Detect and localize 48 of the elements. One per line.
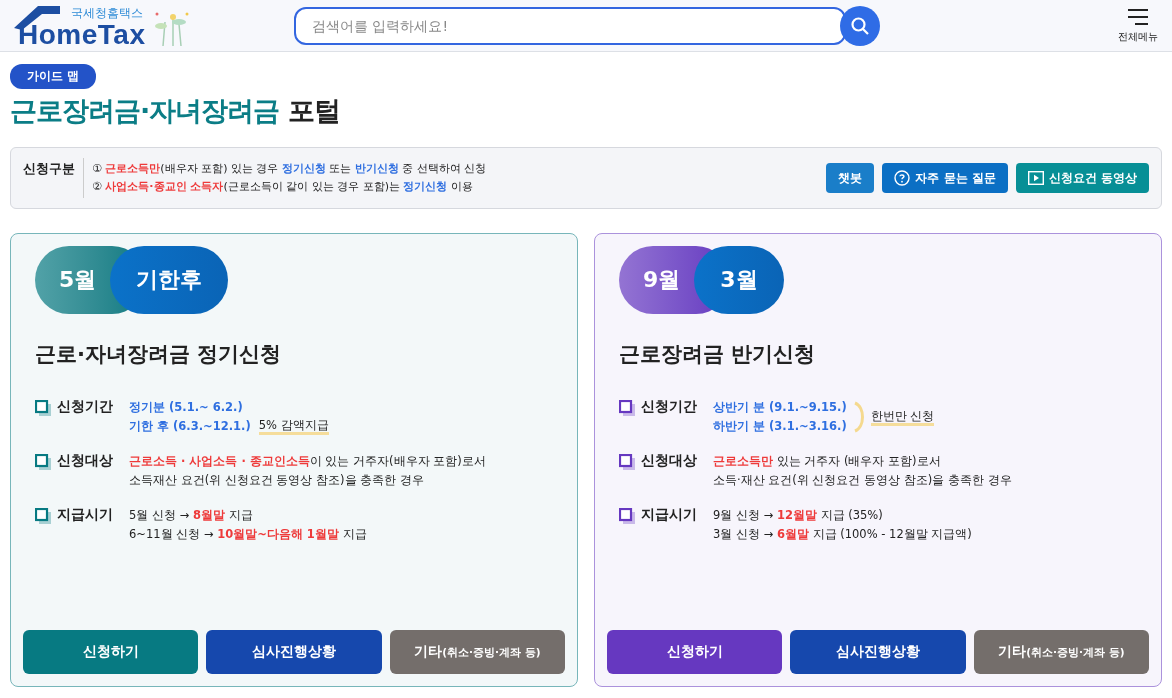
logo-subtitle: 국세청홈택스	[71, 5, 144, 20]
search-icon	[850, 15, 870, 36]
detail-line: 하반기 분 (3.1.~3.16.)	[713, 418, 847, 435]
detail-line: 9월 신청 → 12월말 지급 (35%)	[713, 507, 883, 524]
bracket-icon	[852, 401, 865, 433]
faq-button[interactable]: 자주 묻는 질문	[882, 163, 1008, 193]
info-line: ① 근로소득만(배우자 포함) 있는 경우 정기신청 또는 반기신청 중 선택하여 신청	[92, 161, 487, 177]
row-label: 지급시기	[641, 506, 698, 524]
highlight-note: 5% 감액지급	[258, 418, 329, 435]
guide-badge: 가이드 맵	[10, 64, 97, 89]
month-pill: 3월	[694, 246, 784, 314]
page-title-accent: 근로장려금·자녀장려금	[10, 95, 280, 126]
row-label: 신청기간	[641, 398, 698, 416]
row-label: 지급시기	[57, 506, 114, 524]
card-title: 근로·자녀장려금 정기신청	[35, 341, 283, 368]
detail-line: 3월 신청 → 6월말 지급 (100% - 12월말 지급액)	[713, 526, 972, 543]
highlight-note: 한번만 신청	[870, 408, 935, 426]
row-label: 신청대상	[641, 452, 698, 470]
info-line: ② 사업소득·종교인 소득자(근로소득이 같이 있는 경우 포함)는 정기신청 이용	[92, 179, 474, 195]
status-button[interactable]: 심사진행상황	[790, 630, 966, 674]
menu-icon	[1127, 7, 1149, 26]
page-title: 포털	[287, 95, 340, 126]
detail-line: 소득재산 요건(위 신청요건 동영상 참조)을 충족한 경우	[129, 472, 424, 489]
detail-line: 상반기 분 (9.1.~9.15.)	[713, 399, 847, 416]
detail-line: 근로소득 · 사업소득 · 종교인소득이 있는 거주자(배우자 포함)로서	[129, 453, 486, 470]
other-button[interactable]: 기타(취소·증빙·계좌 등)	[973, 630, 1149, 674]
card-title: 근로장려금 반기신청	[619, 341, 817, 368]
logo-wordmark: HomeTax	[18, 19, 146, 50]
detail-line: 소득·재산 요건(위 신청요건 동영상 참조)을 충족한 경우	[713, 472, 1012, 489]
search-field[interactable]: 검색어를 입력하세요!	[294, 6, 846, 45]
apply-button[interactable]: 신청하기	[23, 630, 199, 674]
apply-button[interactable]: 신청하기	[607, 630, 783, 674]
other-button[interactable]: 기타(취소·증빙·계좌 등)	[389, 630, 565, 674]
play-icon	[1027, 171, 1044, 185]
status-button[interactable]: 심사진행상황	[206, 630, 382, 674]
month-pill: 기한후	[110, 246, 229, 314]
row-label: 신청대상	[57, 452, 114, 470]
detail-line: 근로소득만 있는 거주자 (배우자 포함)로서	[713, 453, 941, 470]
info-label: 신청구분	[23, 158, 84, 198]
question-icon	[894, 170, 911, 186]
video-button[interactable]: 신청요건 동영상	[1015, 163, 1149, 193]
chat-button[interactable]: 챗봇	[826, 163, 875, 193]
menu-button[interactable]: 전체메뉴	[1118, 7, 1158, 44]
detail-line: 6~11월 신청 → 10월말~다음해 1월말 지급	[129, 526, 367, 543]
detail-line: 5월 신청 → 8월말 지급	[129, 507, 253, 524]
detail-line: 정기분 (5.1.~ 6.2.)	[129, 399, 243, 416]
row-label: 신청기간	[57, 398, 114, 416]
detail-line: 기한 후 (6.3.~12.1.)	[129, 418, 251, 435]
